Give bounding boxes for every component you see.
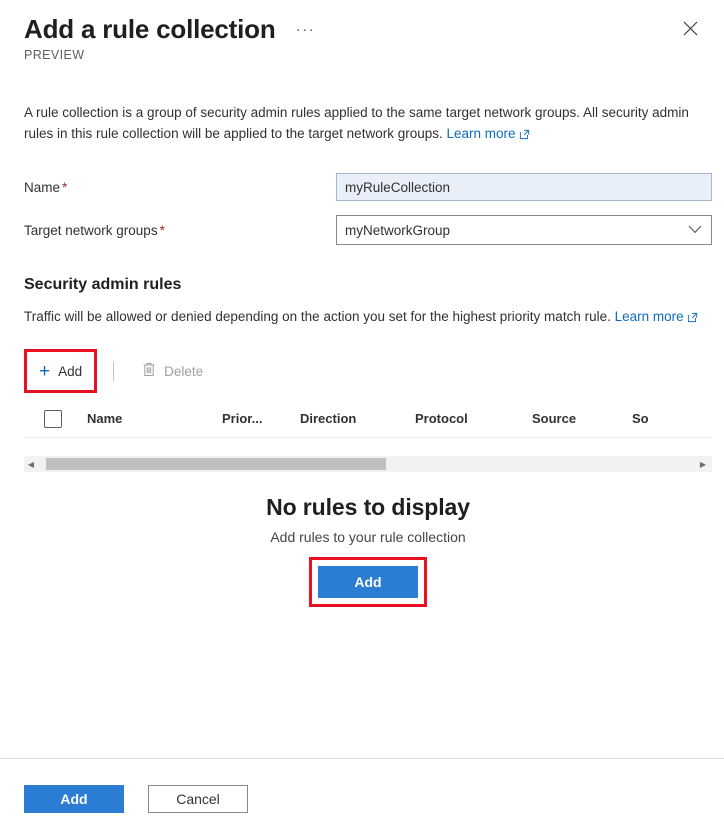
- name-label-text: Name: [24, 179, 61, 195]
- plus-icon: +: [39, 360, 51, 382]
- add-rule-toolbar-button[interactable]: + Add: [27, 352, 94, 390]
- external-link-icon: [519, 125, 530, 146]
- rules-grid: Name Prior... Direction Protocol Source …: [24, 400, 712, 607]
- required-indicator: *: [62, 179, 68, 195]
- column-header-priority[interactable]: Prior...: [222, 411, 300, 426]
- highlight-box-empty-state-add-button: Add: [309, 557, 427, 607]
- intro-description: A rule collection is a group of security…: [24, 102, 712, 146]
- empty-state-subtitle: Add rules to your rule collection: [270, 529, 466, 545]
- scroll-right-arrow-icon[interactable]: ▶: [696, 456, 710, 472]
- scrollbar-thumb[interactable]: [46, 458, 386, 470]
- section-heading-security-admin-rules: Security admin rules: [24, 276, 182, 293]
- preview-badge: PREVIEW: [24, 48, 85, 62]
- column-header-direction[interactable]: Direction: [300, 411, 415, 426]
- intro-learn-more-link[interactable]: Learn more: [446, 126, 515, 141]
- page-title: Add a rule collection: [24, 14, 276, 44]
- column-header-source[interactable]: Source: [532, 411, 632, 426]
- external-link-icon: [687, 308, 698, 329]
- add-rule-collection-blade: Add a rule collection ··· PREVIEW A rule…: [0, 0, 724, 829]
- column-header-protocol[interactable]: Protocol: [415, 411, 532, 426]
- empty-state-title: No rules to display: [266, 494, 470, 520]
- rules-grid-header-row: Name Prior... Direction Protocol Source …: [24, 400, 712, 438]
- delete-rule-toolbar-button[interactable]: Delete: [130, 352, 215, 390]
- close-icon[interactable]: [674, 12, 706, 44]
- target-network-groups-label-text: Target network groups: [24, 222, 158, 238]
- column-header-name[interactable]: Name: [87, 411, 222, 426]
- section-description: Traffic will be allowed or denied depend…: [24, 306, 704, 329]
- cancel-button[interactable]: Cancel: [148, 785, 248, 813]
- section-learn-more-link[interactable]: Learn more: [615, 309, 684, 324]
- scroll-left-arrow-icon[interactable]: ◀: [24, 456, 38, 472]
- add-rule-toolbar-label: Add: [58, 363, 83, 379]
- name-label: Name *: [24, 180, 336, 195]
- delete-rule-toolbar-label: Delete: [164, 363, 204, 379]
- column-header-source-ports[interactable]: So: [632, 411, 672, 426]
- empty-state-add-button[interactable]: Add: [318, 566, 418, 598]
- intro-text: A rule collection is a group of security…: [24, 105, 689, 141]
- form-row-name: Name *: [24, 173, 712, 201]
- target-network-groups-label: Target network groups *: [24, 223, 336, 238]
- highlight-box-add-toolbar-button: + Add: [24, 349, 98, 393]
- target-network-groups-select[interactable]: myNetworkGroup: [336, 215, 712, 245]
- more-options-icon[interactable]: ···: [294, 17, 318, 41]
- required-indicator: *: [159, 222, 165, 238]
- target-network-groups-select-wrapper: myNetworkGroup: [336, 215, 712, 245]
- submit-add-button[interactable]: Add: [24, 785, 124, 813]
- trash-icon: [142, 362, 156, 380]
- select-all-checkbox[interactable]: [44, 409, 62, 428]
- blade-header: Add a rule collection ··· PREVIEW: [0, 0, 724, 62]
- blade-footer: Add Cancel: [0, 758, 724, 829]
- blade-body: A rule collection is a group of security…: [0, 62, 724, 758]
- title-row: Add a rule collection ···: [24, 12, 700, 46]
- horizontal-scrollbar[interactable]: ◀ ▶: [24, 456, 712, 472]
- section-description-text: Traffic will be allowed or denied depend…: [24, 309, 615, 324]
- rules-empty-state: No rules to display Add rules to your ru…: [24, 494, 712, 607]
- rules-toolbar: + Add Delete: [24, 348, 712, 394]
- name-input[interactable]: [336, 173, 712, 201]
- form-row-target-network-groups: Target network groups * myNetworkGroup: [24, 215, 712, 245]
- toolbar-divider: [113, 361, 115, 381]
